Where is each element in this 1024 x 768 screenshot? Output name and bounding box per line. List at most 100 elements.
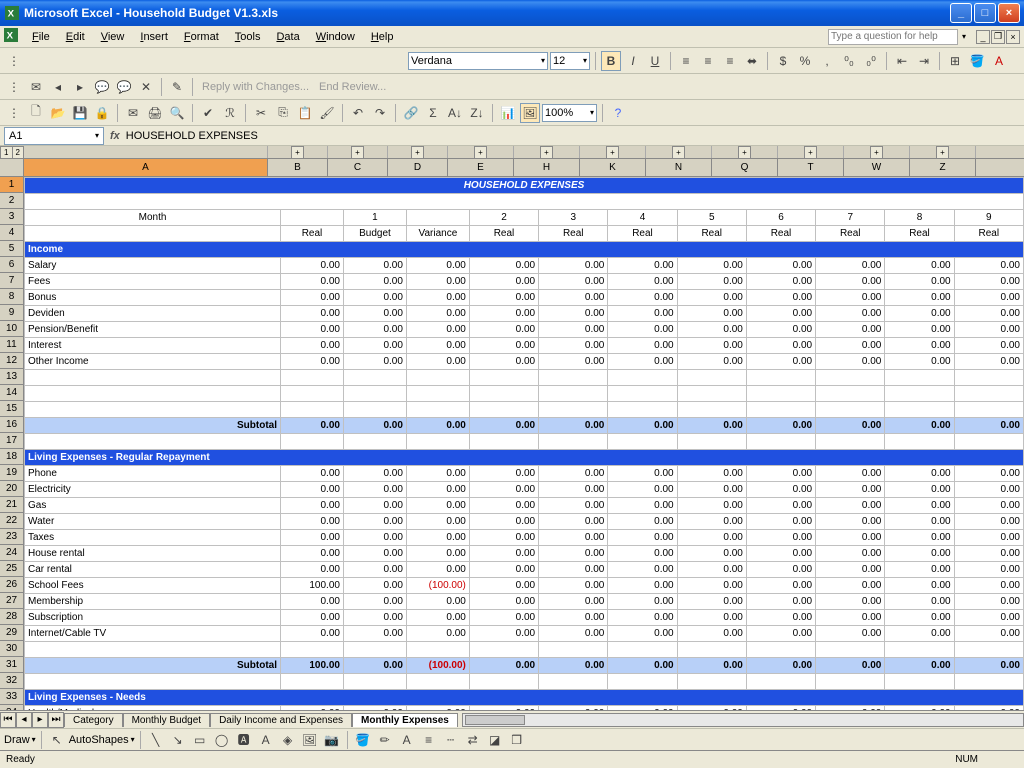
maximize-button[interactable]: □ bbox=[974, 3, 996, 23]
delete-comment-button[interactable]: ✕ bbox=[136, 77, 156, 97]
row-header-2[interactable]: 2 bbox=[0, 193, 23, 209]
row-header-7[interactable]: 7 bbox=[0, 273, 23, 289]
paste-button[interactable]: 📋 bbox=[295, 103, 315, 123]
row-header-26[interactable]: 26 bbox=[0, 577, 23, 593]
fx-button[interactable]: fx bbox=[110, 130, 120, 142]
tab-first-button[interactable]: ⏮ bbox=[0, 712, 16, 728]
align-right-button[interactable]: ≡ bbox=[720, 51, 740, 71]
menu-view[interactable]: View bbox=[93, 29, 133, 45]
sort-desc-button[interactable]: Z↓ bbox=[467, 103, 487, 123]
sheet-tab-category[interactable]: Category bbox=[64, 713, 123, 727]
row-header-18[interactable]: 18 bbox=[0, 449, 23, 465]
menu-format[interactable]: Format bbox=[176, 29, 227, 45]
toolbar-handle-icon[interactable]: ⋮ bbox=[4, 103, 24, 123]
column-header-E[interactable]: E bbox=[448, 159, 514, 176]
horizontal-scrollbar[interactable] bbox=[462, 713, 1024, 727]
menu-data[interactable]: Data bbox=[268, 29, 307, 45]
menu-window[interactable]: Window bbox=[308, 29, 363, 45]
clipart-button[interactable]: 🖼 bbox=[300, 730, 320, 750]
diagram-button[interactable]: ◈ bbox=[278, 730, 298, 750]
row-header-3[interactable]: 3 bbox=[0, 209, 23, 225]
row-header-5[interactable]: 5 bbox=[0, 241, 23, 257]
row-header-15[interactable]: 15 bbox=[0, 401, 23, 417]
name-box[interactable]: A1▾ bbox=[4, 127, 104, 145]
sheet-tab-daily-income-and-expenses[interactable]: Daily Income and Expenses bbox=[210, 713, 352, 727]
cut-button[interactable]: ✂ bbox=[251, 103, 271, 123]
sheet-tab-monthly-budget[interactable]: Monthly Budget bbox=[123, 713, 211, 727]
format-painter-button[interactable]: 🖌 bbox=[317, 103, 337, 123]
row-header-10[interactable]: 10 bbox=[0, 321, 23, 337]
decrease-decimal-button[interactable]: ₀⁰ bbox=[861, 51, 881, 71]
bold-button[interactable]: B bbox=[601, 51, 621, 71]
row-header-32[interactable]: 32 bbox=[0, 673, 23, 689]
hyperlink-button[interactable]: 🔗 bbox=[401, 103, 421, 123]
column-header-K[interactable]: K bbox=[580, 159, 646, 176]
picture-button[interactable]: 📷 bbox=[322, 730, 342, 750]
ink-button[interactable]: ✎ bbox=[167, 77, 187, 97]
close-button[interactable]: × bbox=[998, 3, 1020, 23]
scrollbar-thumb[interactable] bbox=[465, 715, 525, 725]
tab-next-button[interactable]: ▸ bbox=[32, 712, 48, 728]
shadow-button[interactable]: ◪ bbox=[485, 730, 505, 750]
new-button[interactable]: 🗋 bbox=[26, 103, 46, 123]
outline-expand-icon[interactable]: + bbox=[936, 146, 949, 159]
outline-expand-icon[interactable]: + bbox=[606, 146, 619, 159]
toolbar-handle-icon[interactable]: ⋮ bbox=[4, 77, 24, 97]
line-color-button[interactable]: ✏ bbox=[375, 730, 395, 750]
font-size-select[interactable]: 12▾ bbox=[550, 52, 590, 70]
font-color-button[interactable]: A bbox=[989, 51, 1009, 71]
draw-menu[interactable]: Draw bbox=[4, 734, 30, 746]
arrow-button[interactable]: ↘ bbox=[168, 730, 188, 750]
autosum-button[interactable]: Σ bbox=[423, 103, 443, 123]
row-header-24[interactable]: 24 bbox=[0, 545, 23, 561]
align-left-button[interactable]: ≡ bbox=[676, 51, 696, 71]
outline-expand-icon[interactable]: + bbox=[291, 146, 304, 159]
row-header-14[interactable]: 14 bbox=[0, 385, 23, 401]
autoshapes-menu[interactable]: AutoShapes bbox=[69, 734, 129, 746]
print-preview-button[interactable]: 🔍 bbox=[167, 103, 187, 123]
row-header-16[interactable]: 16 bbox=[0, 417, 23, 433]
row-header-12[interactable]: 12 bbox=[0, 353, 23, 369]
outline-expand-icon[interactable]: + bbox=[870, 146, 883, 159]
column-header-C[interactable]: C bbox=[328, 159, 388, 176]
doc-minimize-button[interactable]: _ bbox=[976, 30, 990, 44]
row-header-4[interactable]: 4 bbox=[0, 225, 23, 241]
row-header-23[interactable]: 23 bbox=[0, 529, 23, 545]
research-button[interactable]: ℛ bbox=[220, 103, 240, 123]
fill-color-button[interactable]: 🪣 bbox=[967, 51, 987, 71]
percent-button[interactable]: % bbox=[795, 51, 815, 71]
currency-button[interactable]: $ bbox=[773, 51, 793, 71]
row-header-22[interactable]: 22 bbox=[0, 513, 23, 529]
tab-prev-button[interactable]: ◂ bbox=[16, 712, 32, 728]
help-dropdown-icon[interactable]: ▾ bbox=[962, 32, 966, 41]
tab-last-button[interactable]: ⏭ bbox=[48, 712, 64, 728]
underline-button[interactable]: U bbox=[645, 51, 665, 71]
open-button[interactable]: 📂 bbox=[48, 103, 68, 123]
save-button[interactable]: 💾 bbox=[70, 103, 90, 123]
row-header-17[interactable]: 17 bbox=[0, 433, 23, 449]
cells[interactable]: HOUSEHOLD EXPENSESMonth123456789RealBudg… bbox=[24, 177, 1024, 710]
row-header-11[interactable]: 11 bbox=[0, 337, 23, 353]
row-header-33[interactable]: 33 bbox=[0, 689, 23, 705]
textbox-button[interactable]: 🅰 bbox=[234, 730, 254, 750]
print-button[interactable]: 🖨 bbox=[145, 103, 165, 123]
formula-value[interactable]: HOUSEHOLD EXPENSES bbox=[126, 130, 1024, 142]
italic-button[interactable]: I bbox=[623, 51, 643, 71]
align-center-button[interactable]: ≡ bbox=[698, 51, 718, 71]
rectangle-button[interactable]: ▭ bbox=[190, 730, 210, 750]
row-header-31[interactable]: 31 bbox=[0, 657, 23, 673]
menu-insert[interactable]: Insert bbox=[132, 29, 176, 45]
undo-button[interactable]: ↶ bbox=[348, 103, 368, 123]
sheet-tab-monthly-expenses[interactable]: Monthly Expenses bbox=[352, 713, 458, 727]
outline-expand-icon[interactable]: + bbox=[411, 146, 424, 159]
row-header-8[interactable]: 8 bbox=[0, 289, 23, 305]
line-button[interactable]: ╲ bbox=[146, 730, 166, 750]
doc-close-button[interactable]: × bbox=[1006, 30, 1020, 44]
fill-color-shape-button[interactable]: 🪣 bbox=[353, 730, 373, 750]
column-header-Z[interactable]: Z bbox=[910, 159, 976, 176]
copy-button[interactable]: ⎘ bbox=[273, 103, 293, 123]
line-style-button[interactable]: ≡ bbox=[419, 730, 439, 750]
font-select[interactable]: Verdana▾ bbox=[408, 52, 548, 70]
menu-edit[interactable]: Edit bbox=[58, 29, 93, 45]
row-header-1[interactable]: 1 bbox=[0, 177, 23, 193]
